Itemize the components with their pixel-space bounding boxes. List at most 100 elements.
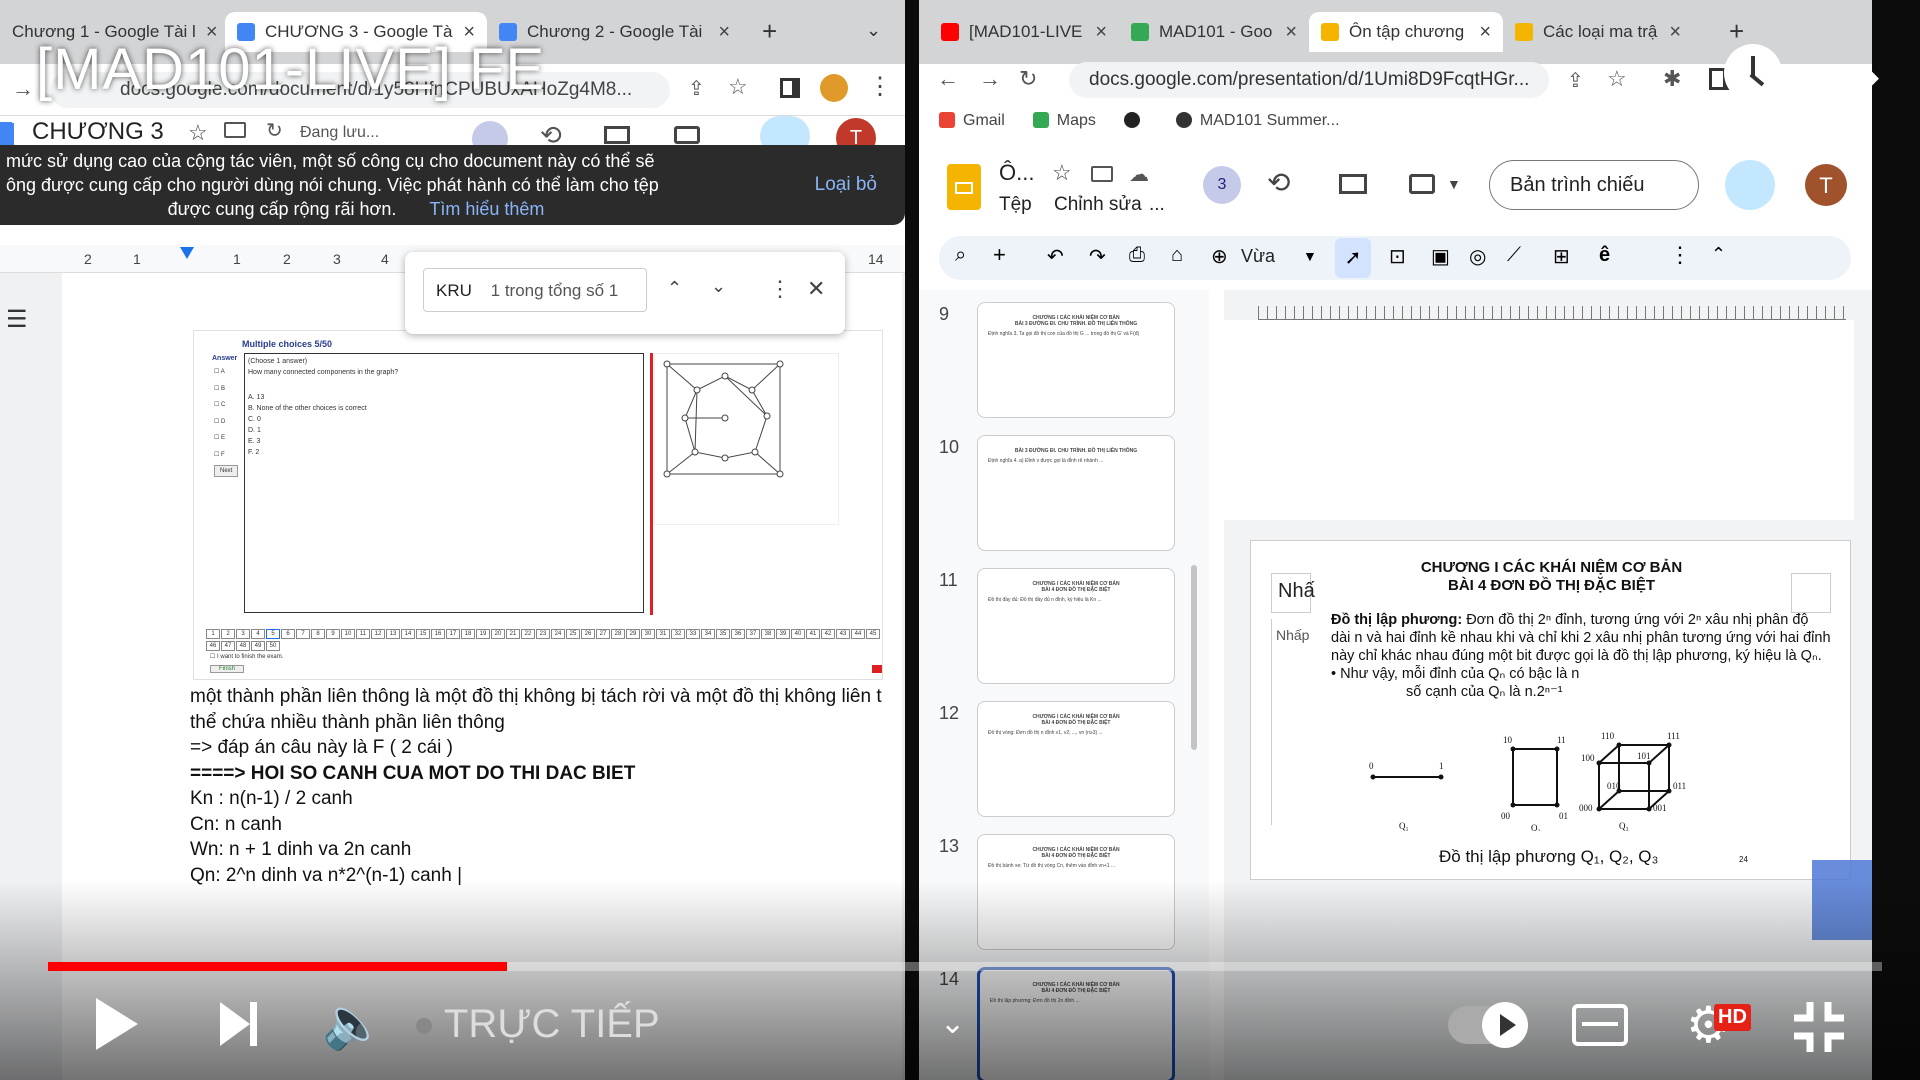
close-icon[interactable]: ✕ xyxy=(807,276,825,302)
question-number[interactable]: 2 xyxy=(221,629,235,639)
answer-option[interactable]: ☐ E xyxy=(214,430,246,447)
question-number[interactable]: 24 xyxy=(551,629,565,639)
next-video-icon[interactable] xyxy=(220,1002,250,1046)
forward-icon[interactable]: → xyxy=(979,66,1001,92)
text-box-icon[interactable]: ⊡ xyxy=(1389,244,1406,269)
back-icon[interactable]: ← xyxy=(937,66,959,92)
url-field[interactable]: docs.google.com/presentation/d/1Umi8D9Fc… xyxy=(1069,62,1549,98)
right-tab-youtube[interactable]: [MAD101-LIVE × xyxy=(929,12,1119,52)
question-number[interactable]: 34 xyxy=(701,629,715,639)
history-icon[interactable]: ⟲ xyxy=(1267,166,1290,199)
reload-icon[interactable]: ↻ xyxy=(1019,66,1037,92)
question-number[interactable]: 44 xyxy=(851,629,865,639)
comments-icon[interactable] xyxy=(604,126,630,144)
shape-icon[interactable]: ◎ xyxy=(1469,244,1486,269)
question-number[interactable]: 19 xyxy=(476,629,490,639)
volume-icon[interactable]: 🔈 xyxy=(322,994,384,1053)
question-number[interactable]: 38 xyxy=(761,629,775,639)
bookmark-maps[interactable]: Maps xyxy=(1032,112,1096,130)
search-menus-icon[interactable]: ⌕ xyxy=(955,244,966,267)
avatar[interactable]: T xyxy=(1805,164,1847,206)
question-number[interactable]: 18 xyxy=(461,629,475,639)
autoplay-toggle[interactable] xyxy=(1448,1002,1528,1048)
extension-icon[interactable] xyxy=(820,74,848,102)
slide-thumbnail[interactable]: BÀI 3 ĐƯỜNG ĐI. CHU TRÌNH. ĐỒ THỊ LIÊN T… xyxy=(977,435,1175,551)
question-number[interactable]: 15 xyxy=(416,629,430,639)
line-icon[interactable]: ⟋ xyxy=(1507,244,1521,267)
indent-marker[interactable] xyxy=(180,247,194,259)
print-icon[interactable]: ⎙ xyxy=(1129,244,1145,267)
question-number[interactable]: 4 xyxy=(251,629,265,639)
select-icon[interactable]: ➚ xyxy=(1335,238,1371,278)
close-icon[interactable]: × xyxy=(1095,21,1107,44)
finish-button[interactable]: Finish xyxy=(210,665,245,673)
next-button[interactable]: Next xyxy=(214,465,239,477)
slide-thumbnail[interactable]: CHƯƠNG I CÁC KHÁI NIỆM CƠ BẢN BÀI 3 ĐƯỜN… xyxy=(977,302,1175,418)
question-number[interactable]: 39 xyxy=(776,629,790,639)
question-number[interactable]: 21 xyxy=(506,629,520,639)
slide-thumbnail[interactable]: CHƯƠNG I CÁC KHÁI NIỆM CƠ BẢN BÀI 4 ĐƠN … xyxy=(977,568,1175,684)
question-number[interactable]: 49 xyxy=(251,641,265,651)
find-input[interactable]: KRU 1 trong tổng số 1 xyxy=(423,268,647,312)
outline-icon[interactable]: ☰ xyxy=(6,305,28,334)
answer-option[interactable]: ☐ B xyxy=(214,381,246,398)
question-number[interactable]: 32 xyxy=(671,629,685,639)
answer-option[interactable]: ☐ A xyxy=(214,364,246,381)
question-number[interactable]: 3 xyxy=(236,629,250,639)
question-number[interactable]: 13 xyxy=(386,629,400,639)
comment-add-icon[interactable]: ⊞ xyxy=(1553,244,1570,269)
sidepanel-icon[interactable] xyxy=(780,78,800,98)
question-number[interactable]: 26 xyxy=(581,629,595,639)
video-progress-bar[interactable] xyxy=(48,962,1882,971)
chevron-down-icon[interactable]: ▼ xyxy=(1447,176,1461,192)
question-number[interactable]: 50 xyxy=(266,641,280,651)
menu-more[interactable]: ... xyxy=(1149,194,1165,216)
question-number[interactable]: 16 xyxy=(431,629,445,639)
close-icon[interactable]: × xyxy=(1285,21,1297,44)
question-number[interactable]: 30 xyxy=(641,629,655,639)
document-notes[interactable]: một thành phần liên thông là một đồ thị … xyxy=(190,684,890,888)
forward-icon[interactable]: → xyxy=(12,76,34,102)
finish-checkbox[interactable]: ☐ I want to finish the exam. xyxy=(210,653,283,660)
play-icon[interactable] xyxy=(96,998,138,1050)
menu-file[interactable]: Tệp xyxy=(999,194,1032,216)
undo-icon[interactable]: ↶ xyxy=(1047,244,1064,269)
question-number[interactable]: 27 xyxy=(596,629,610,639)
share-button[interactable] xyxy=(1725,160,1775,210)
live-label[interactable]: TRỰC TIẾP xyxy=(444,1002,660,1047)
question-number[interactable]: 45 xyxy=(866,629,880,639)
slideshow-button[interactable]: Bản trình chiếu ▼ xyxy=(1489,160,1738,210)
question-number[interactable]: 28 xyxy=(611,629,625,639)
question-number[interactable]: 36 xyxy=(731,629,745,639)
question-number[interactable]: 43 xyxy=(836,629,850,639)
question-number[interactable]: 11 xyxy=(356,629,370,639)
question-number[interactable]: 6 xyxy=(281,629,295,639)
collaborators-badge[interactable]: 3 xyxy=(1203,166,1241,204)
docs-logo-icon[interactable] xyxy=(0,123,14,145)
share-icon[interactable]: ⇪ xyxy=(1567,68,1584,93)
question-number[interactable]: 37 xyxy=(746,629,760,639)
more-icon[interactable]: ⋮ xyxy=(868,72,892,101)
paint-format-icon[interactable]: ⌂ xyxy=(1171,244,1183,267)
question-number[interactable]: 40 xyxy=(791,629,805,639)
star-icon[interactable]: ☆ xyxy=(728,74,748,100)
close-icon[interactable]: × xyxy=(1669,21,1681,44)
bookmark-gmail[interactable]: Gmail xyxy=(939,112,1005,130)
question-number[interactable]: 1 xyxy=(206,629,220,639)
answer-option[interactable]: ☐ D xyxy=(214,414,246,431)
question-number[interactable]: 42 xyxy=(821,629,835,639)
redo-icon[interactable]: ↷ xyxy=(1089,244,1106,269)
more-icon[interactable]: ⋮ xyxy=(1669,242,1691,268)
question-number[interactable]: 9 xyxy=(326,629,340,639)
question-number[interactable]: 7 xyxy=(296,629,310,639)
answer-option[interactable]: ☐ F xyxy=(214,447,246,464)
comments-icon[interactable] xyxy=(1339,174,1367,194)
subtitles-icon[interactable] xyxy=(1572,1004,1628,1046)
bookmark-mad101[interactable]: MAD101 Summer... xyxy=(1175,112,1340,130)
question-number[interactable]: 17 xyxy=(446,629,460,639)
new-tab-icon[interactable]: + xyxy=(762,16,777,47)
zoom-level[interactable]: Vừa xyxy=(1241,246,1275,267)
question-number[interactable]: 48 xyxy=(236,641,250,651)
chevron-down-icon[interactable]: ▼ xyxy=(1303,248,1317,264)
question-number[interactable]: 25 xyxy=(566,629,580,639)
